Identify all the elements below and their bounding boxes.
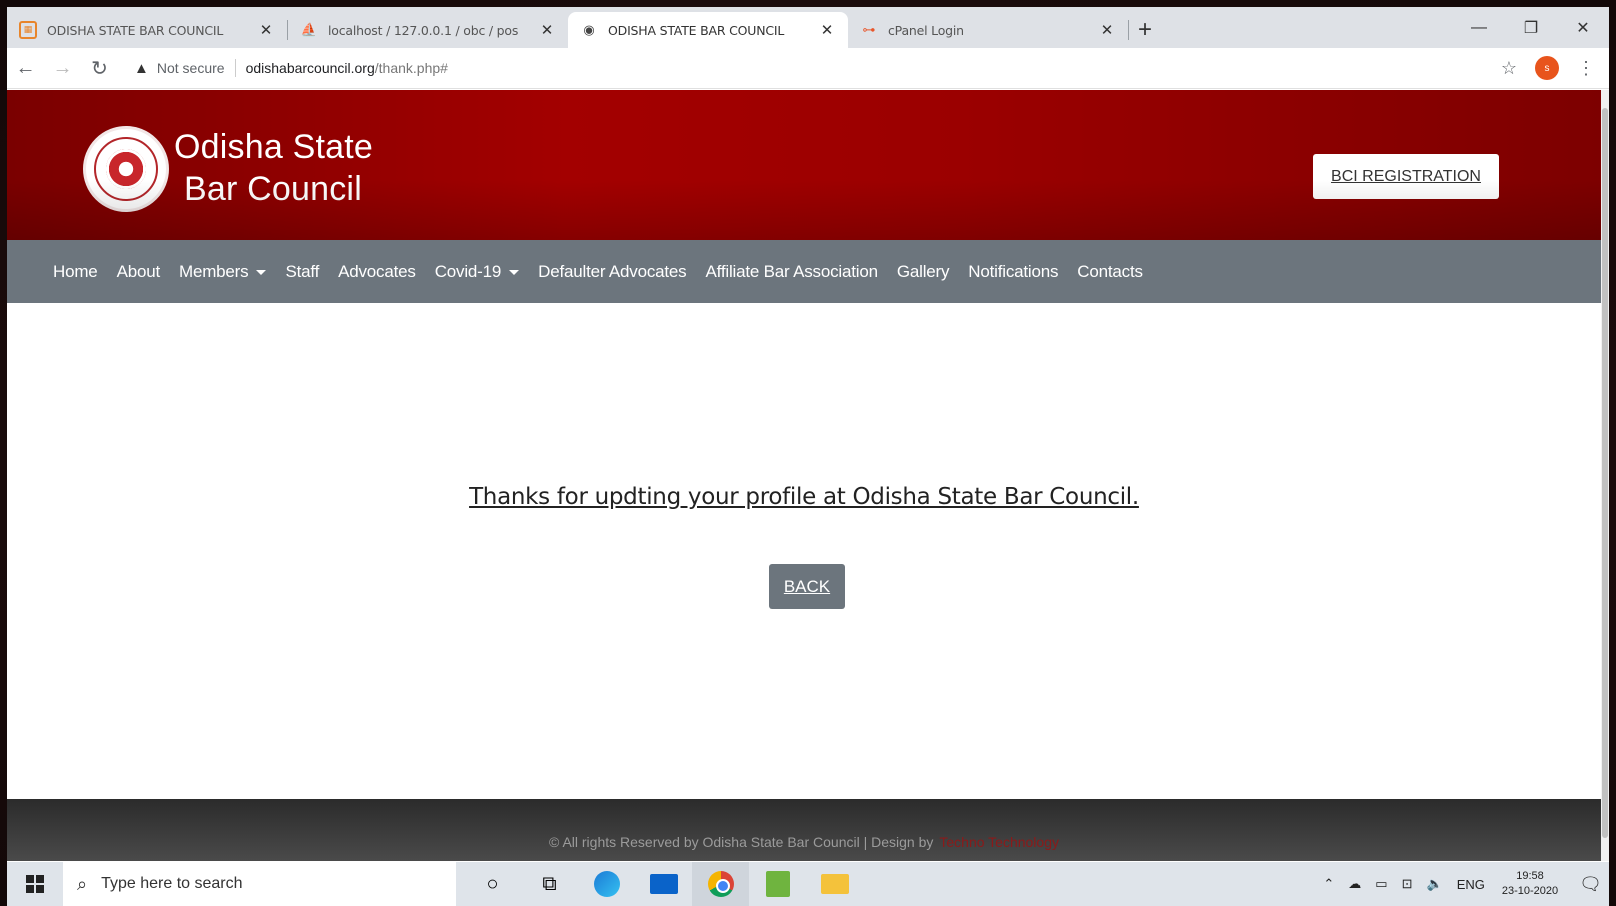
volume-icon[interactable]: 🔈 bbox=[1427, 876, 1443, 892]
chrome-icon[interactable] bbox=[692, 862, 749, 906]
thank-you-message[interactable]: Thanks for updting your profile at Odish… bbox=[7, 484, 1601, 510]
url-host: odishabarcouncil.org bbox=[245, 60, 375, 76]
brand-title-line2: Bar Council bbox=[184, 170, 362, 208]
nav-gallery[interactable]: Gallery bbox=[897, 262, 950, 282]
warning-icon: ▲ bbox=[134, 59, 149, 77]
system-clock[interactable]: 19:58 23-10-2020 bbox=[1502, 869, 1558, 899]
nav-staff[interactable]: Staff bbox=[285, 262, 319, 282]
nav-about[interactable]: About bbox=[117, 262, 161, 282]
browser-menu-icon[interactable]: ⋮ bbox=[1577, 58, 1595, 79]
browser-tab-1[interactable]: ▦ ODISHA STATE BAR COUNCIL ✕ bbox=[7, 12, 287, 48]
brand-title-line1: Odisha State bbox=[174, 128, 373, 166]
clock-time: 19:58 bbox=[1516, 870, 1544, 882]
site-favicon-icon: ▦ bbox=[19, 21, 37, 39]
bci-registration-button[interactable]: BCI REGISTRATION bbox=[1313, 154, 1499, 199]
logo-emblem-icon bbox=[106, 149, 146, 189]
phpmyadmin-icon: ⛵ bbox=[300, 22, 318, 38]
reload-icon[interactable]: ↻ bbox=[81, 56, 118, 81]
task-view-icon[interactable]: ⧉ bbox=[521, 862, 578, 906]
nav-covid-label: Covid-19 bbox=[434, 261, 502, 281]
windows-logo-icon bbox=[26, 875, 44, 893]
web-page: Odisha State Bar Council BCI REGISTRATIO… bbox=[7, 90, 1601, 861]
tab-close-icon[interactable]: ✕ bbox=[818, 21, 836, 39]
browser-tab-2[interactable]: ⛵ localhost / 127.0.0.1 / obc / pos ✕ bbox=[288, 12, 568, 48]
scrollbar-thumb[interactable] bbox=[1602, 108, 1608, 838]
nav-contacts[interactable]: Contacts bbox=[1077, 262, 1143, 282]
nav-defaulter-advocates[interactable]: Defaulter Advocates bbox=[538, 262, 687, 282]
language-indicator[interactable]: ENG bbox=[1457, 877, 1485, 892]
tab-title: cPanel Login bbox=[888, 22, 964, 38]
tab-close-icon[interactable]: ✕ bbox=[538, 21, 556, 39]
caret-down-icon bbox=[256, 269, 267, 275]
search-icon: ⌕ bbox=[77, 873, 88, 894]
security-label: Not secure bbox=[156, 60, 225, 76]
system-tray: ⌃ ☁ ▭ ⊡ 🔈 ENG 19:58 23-10-2020 🗨 bbox=[1316, 869, 1609, 899]
clock-date: 23-10-2020 bbox=[1501, 885, 1559, 897]
browser-toolbar: ← → ↻ ▲ Not secure odishabarcouncil.org /… bbox=[7, 48, 1609, 89]
back-arrow-icon[interactable]: ← bbox=[7, 57, 44, 80]
nav-home[interactable]: Home bbox=[53, 262, 98, 282]
globe-icon: ◉ bbox=[583, 22, 595, 38]
tab-title: ODISHA STATE BAR COUNCIL bbox=[47, 22, 224, 38]
new-tab-button[interactable]: + bbox=[1129, 12, 1161, 48]
cortana-icon[interactable]: ○ bbox=[464, 862, 521, 906]
taskbar-search-placeholder: Type here to search bbox=[101, 875, 243, 892]
back-button[interactable]: BACK bbox=[769, 564, 845, 609]
nav-members-label: Members bbox=[179, 261, 249, 281]
browser-tab-3-active[interactable]: ◉ ODISHA STATE BAR COUNCIL ✕ bbox=[568, 12, 848, 48]
edge-browser-icon[interactable] bbox=[578, 862, 635, 906]
screen: ▦ ODISHA STATE BAR COUNCIL ✕ ⛵ localhost… bbox=[7, 7, 1609, 906]
browser-tab-4[interactable]: ⊶ cPanel Login ✕ bbox=[848, 12, 1128, 48]
tab-title: localhost / 127.0.0.1 / obc / pos bbox=[328, 22, 519, 38]
footer-copyright: © All rights Reserved by Odisha State Ba… bbox=[549, 834, 934, 850]
nav-affiliate-bar-association[interactable]: Affiliate Bar Association bbox=[706, 262, 879, 282]
cpanel-icon: ⊶ bbox=[862, 22, 876, 38]
forward-arrow-icon[interactable]: → bbox=[44, 57, 81, 80]
bar-council-logo[interactable] bbox=[83, 126, 169, 212]
bookmark-star-icon[interactable]: ☆ bbox=[1501, 58, 1517, 79]
battery-icon[interactable]: ▭ bbox=[1375, 876, 1387, 892]
profile-avatar[interactable]: s bbox=[1535, 56, 1559, 80]
onedrive-icon[interactable]: ☁ bbox=[1348, 876, 1361, 892]
action-center-icon[interactable]: 🗨 bbox=[1579, 874, 1602, 895]
minimize-icon[interactable]: — bbox=[1453, 19, 1505, 37]
omnibox-divider bbox=[234, 59, 236, 77]
page-scrollbar[interactable] bbox=[1601, 90, 1609, 861]
taskbar-search[interactable]: ⌕ Type here to search bbox=[63, 862, 456, 906]
browser-tab-strip: ▦ ODISHA STATE BAR COUNCIL ✕ ⛵ localhost… bbox=[7, 7, 1609, 48]
tab-title: ODISHA STATE BAR COUNCIL bbox=[608, 22, 785, 38]
windows-taskbar: ⌕ Type here to search ○ ⧉ ⌃ ☁ ▭ ⊡ 🔈 ENG … bbox=[7, 862, 1609, 906]
close-window-icon[interactable]: ✕ bbox=[1557, 18, 1609, 38]
site-header: Odisha State Bar Council BCI REGISTRATIO… bbox=[7, 90, 1601, 240]
mail-icon[interactable] bbox=[635, 862, 692, 906]
nav-advocates[interactable]: Advocates bbox=[338, 262, 416, 282]
tray-chevron-up-icon[interactable]: ⌃ bbox=[1323, 876, 1334, 892]
address-bar[interactable]: ▲ Not secure odishabarcouncil.org/thank.… bbox=[126, 53, 1501, 83]
site-footer: © All rights Reserved by Odisha State Ba… bbox=[7, 799, 1601, 861]
notepad-icon[interactable] bbox=[749, 862, 806, 906]
caret-down-icon bbox=[509, 269, 520, 275]
nav-notifications[interactable]: Notifications bbox=[968, 262, 1058, 282]
logo-ring bbox=[94, 137, 158, 201]
main-navbar: Home About Members Staff Advocates Covid… bbox=[7, 240, 1601, 303]
network-icon[interactable]: ⊡ bbox=[1402, 876, 1413, 892]
footer-designer-link[interactable]: Techno Technology bbox=[939, 834, 1059, 850]
tab-close-icon[interactable]: ✕ bbox=[1098, 21, 1116, 39]
restore-icon[interactable]: ❐ bbox=[1505, 18, 1557, 38]
nav-members-dropdown[interactable]: Members bbox=[179, 261, 267, 282]
tab-close-icon[interactable]: ✕ bbox=[257, 21, 275, 39]
nav-covid-dropdown[interactable]: Covid-19 bbox=[434, 261, 520, 282]
url-path: /thank.php# bbox=[374, 60, 448, 76]
file-explorer-icon[interactable] bbox=[806, 862, 863, 906]
window-controls: — ❐ ✕ bbox=[1453, 7, 1609, 48]
start-button[interactable] bbox=[7, 862, 63, 906]
